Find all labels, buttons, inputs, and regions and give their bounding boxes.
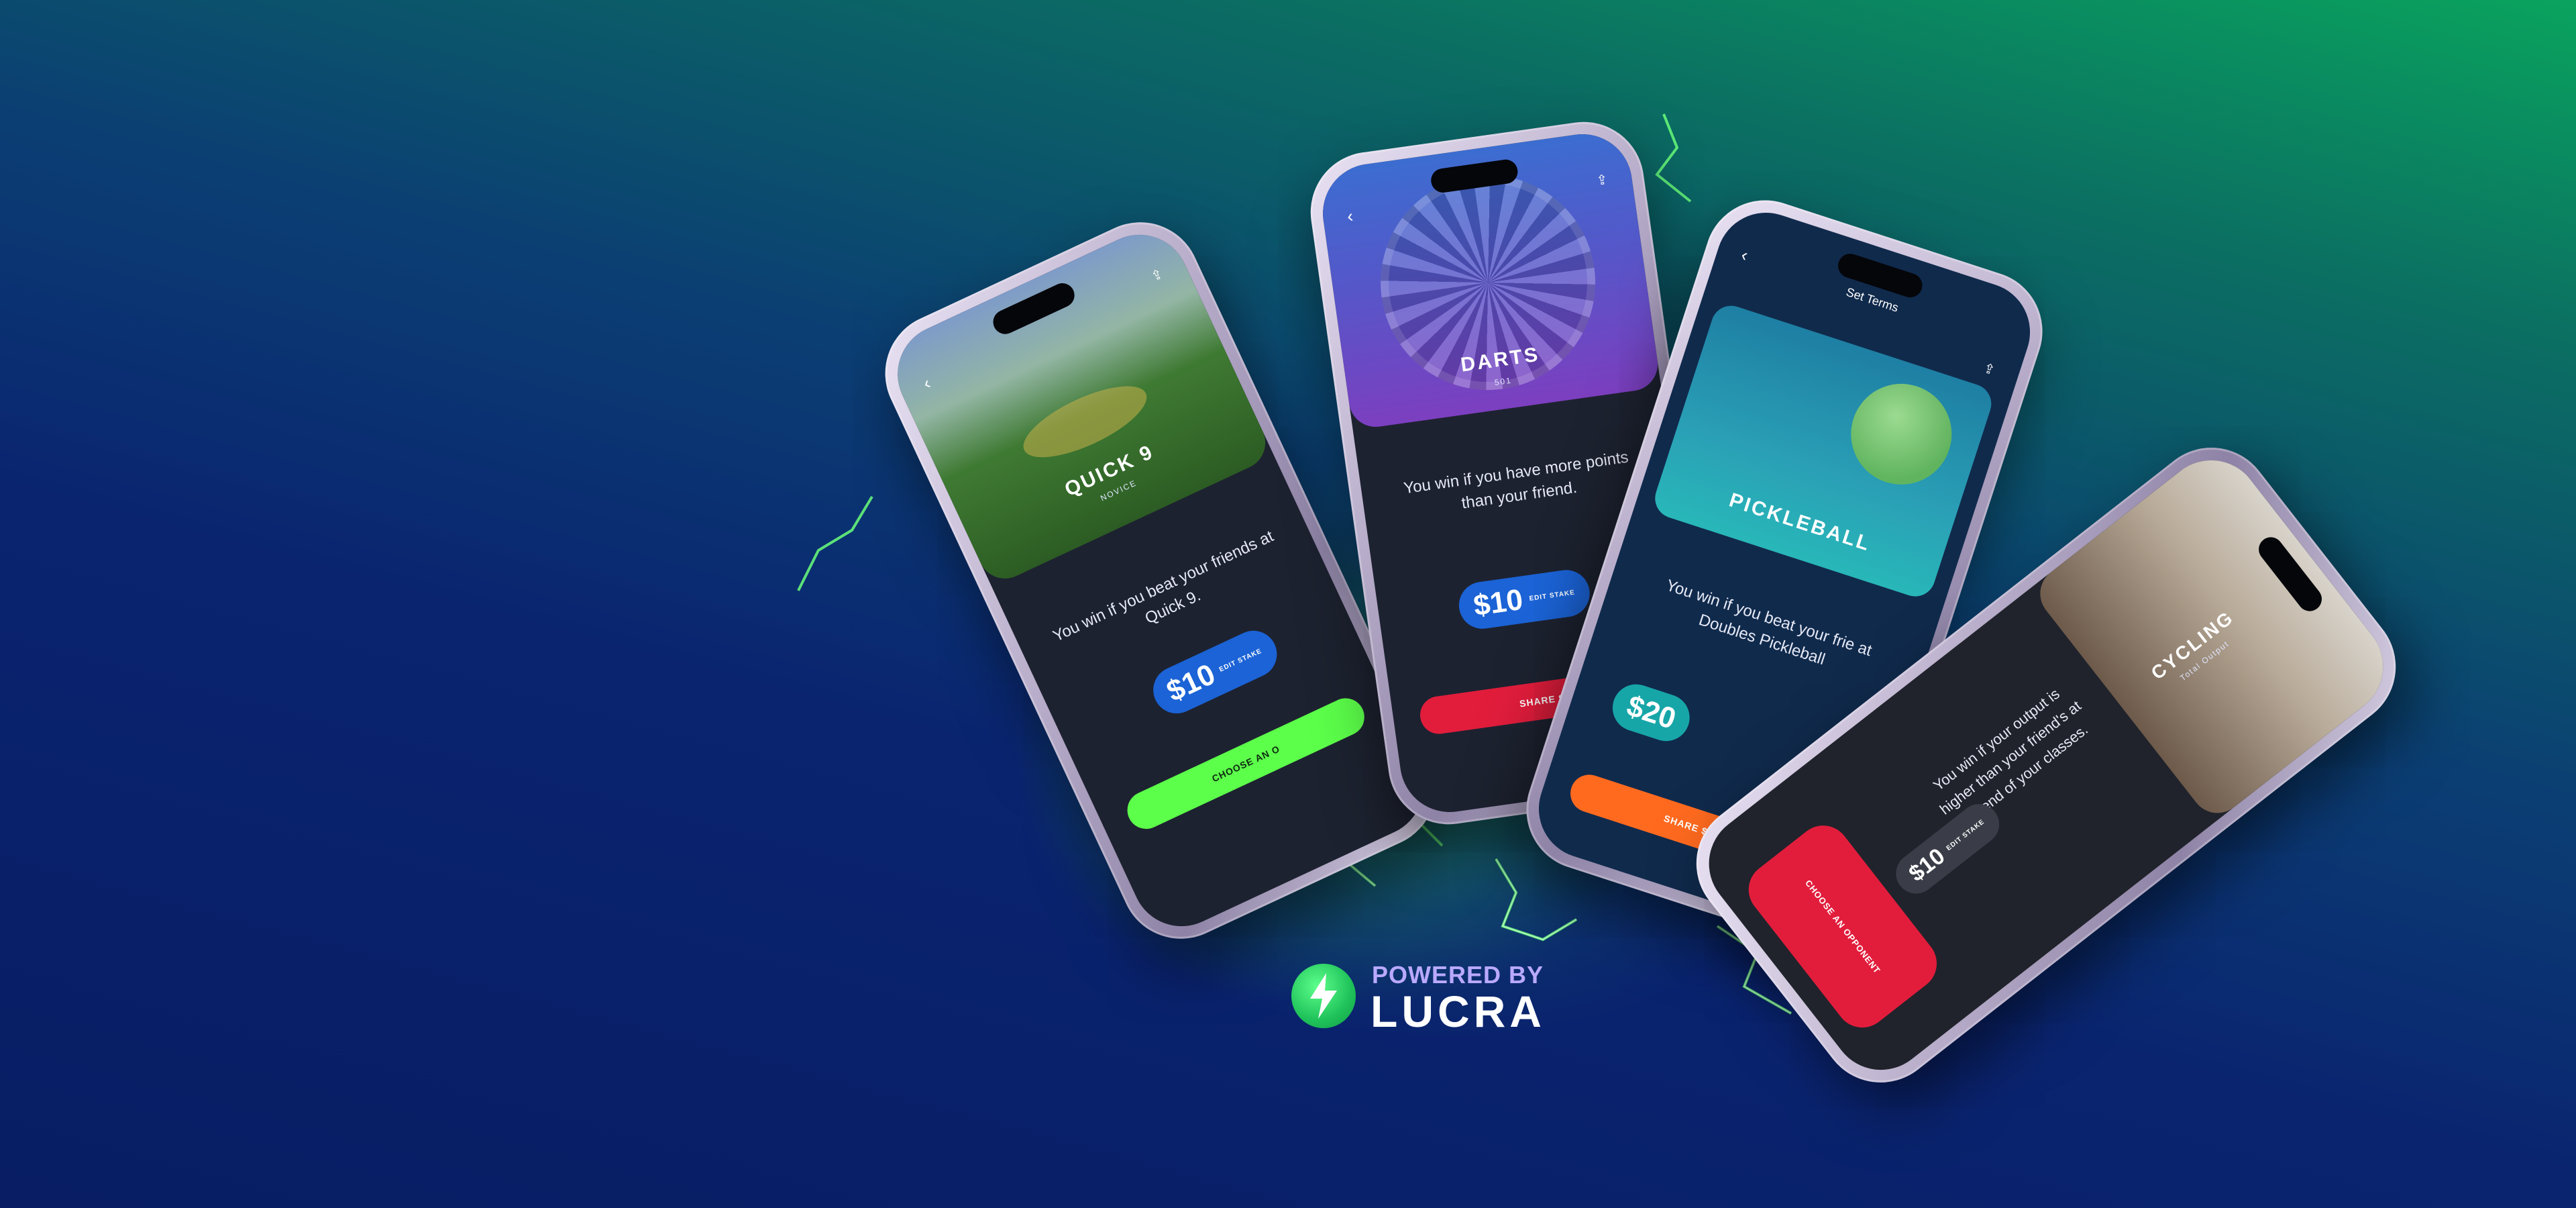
pickleball-ball xyxy=(1837,370,1965,498)
win-condition: You win if your output is higher than yo… xyxy=(1930,685,2092,831)
stake-pill[interactable]: $10 EDIT STAKE xyxy=(1456,566,1593,632)
win-condition: You win if you beat your frie at Doubles… xyxy=(1664,576,1874,669)
powered-by-lucra-logo: POWERED BY LUCRA xyxy=(1291,961,1546,1035)
stake-amount: $10 xyxy=(1904,843,1950,887)
share-icon[interactable]: ⇪ xyxy=(1981,360,1997,380)
hero-image: QUICK 9 NOVICE xyxy=(881,218,1275,588)
hero-image: PICKLEBALL xyxy=(1650,300,1997,602)
hero-image: CYCLING Total Output xyxy=(2029,440,2404,824)
game-subtitle: Total Output xyxy=(2178,638,2231,683)
choose-opponent-button[interactable]: CHOOSE AN O xyxy=(1121,692,1371,836)
stake-amount: $10 xyxy=(1161,657,1221,709)
stake-pill[interactable]: $10 EDIT STAKE xyxy=(1145,623,1285,721)
stake-amount: $20 xyxy=(1623,689,1680,736)
edit-stake-label: EDIT STAKE xyxy=(1218,647,1263,674)
game-subtitle: NOVICE xyxy=(1099,478,1138,503)
powered-by-text: POWERED BY xyxy=(1372,961,1544,989)
brand-wordmark: LUCRA xyxy=(1371,987,1546,1036)
win-condition: You win if you have more points than you… xyxy=(1402,448,1630,513)
edit-stake-label: EDIT STAKE xyxy=(1945,817,1986,852)
stake-amount: $10 xyxy=(1471,583,1525,623)
share-icon[interactable]: ⇪ xyxy=(1595,171,1609,190)
edit-stake-label: EDIT STAKE xyxy=(1528,589,1576,603)
stake-pill[interactable]: $20 xyxy=(1606,678,1697,748)
lightning-icon xyxy=(1291,964,1356,1028)
